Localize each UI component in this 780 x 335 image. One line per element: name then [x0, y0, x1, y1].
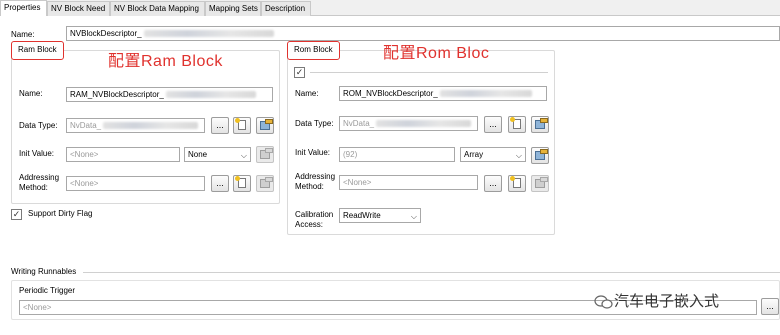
ram-data-type-field[interactable]: NvData_ — [66, 118, 205, 133]
ram-addressing-label: Addressing — [19, 173, 60, 182]
ram-init-edit-button — [256, 146, 274, 163]
tab-nv-block-need[interactable]: NV Block Need — [47, 1, 110, 16]
name-field[interactable]: NVBlockDescriptor_ — [66, 26, 780, 41]
tab-mapping-sets[interactable]: Mapping Sets — [205, 1, 261, 16]
divider — [310, 72, 548, 73]
rom-name-value: ROM_NVBlockDescriptor_ — [343, 89, 438, 98]
name-label: Name: — [11, 30, 35, 39]
rom-block-group — [287, 50, 555, 235]
support-dirty-flag-label: Support Dirty Flag — [28, 209, 93, 218]
edit-icon — [260, 119, 273, 130]
tab-properties[interactable]: Properties — [0, 0, 47, 16]
edit-icon — [535, 118, 548, 129]
watermark: 汽车电子嵌入式 — [594, 290, 719, 311]
writing-runnables-label: Writing Runnables — [11, 267, 77, 276]
rom-block-title: Rom Block — [287, 41, 340, 60]
redacted-text — [165, 91, 256, 99]
rom-calibration-label: Calibration — [295, 210, 334, 219]
ram-addressing-field[interactable]: <None> — [66, 176, 205, 191]
ram-data-type-label: Data Type: — [19, 121, 58, 130]
ram-addressing-new-button[interactable] — [233, 175, 251, 192]
ram-name-label: Name: — [19, 89, 43, 98]
tab-nv-block-data-mapping[interactable]: NV Block Data Mapping — [110, 1, 205, 16]
rom-init-select-value: Array — [464, 150, 484, 159]
divider — [83, 272, 780, 273]
ram-name-field[interactable]: RAM_NVBlockDescriptor_ — [66, 87, 273, 102]
edit-icon — [260, 148, 273, 159]
rom-data-type-edit-button[interactable] — [531, 116, 549, 133]
rom-annotation: 配置Rom Bloc — [383, 45, 490, 62]
rom-block-checkbox[interactable]: ✓ — [294, 67, 305, 78]
rom-addressing-field[interactable]: <None> — [339, 175, 478, 190]
new-icon — [510, 176, 521, 188]
ram-init-field[interactable]: <None> — [66, 147, 180, 162]
redacted-text — [103, 122, 199, 130]
edit-icon — [260, 177, 273, 188]
ram-addressing-edit-button — [256, 175, 274, 192]
rom-name-field[interactable]: ROM_NVBlockDescriptor_ — [339, 86, 547, 101]
rom-data-type-value: NvData_ — [343, 119, 375, 128]
ram-name-value: RAM_NVBlockDescriptor_ — [70, 90, 164, 99]
tab-bar: Properties NV Block Need NV Block Data M… — [0, 0, 780, 16]
name-value: NVBlockDescriptor_ — [70, 29, 142, 38]
ram-data-type-edit-button[interactable] — [256, 117, 274, 134]
rom-addressing-label: Addressing — [295, 172, 336, 181]
watermark-text: 汽车电子嵌入式 — [614, 293, 720, 310]
wechat-icon — [594, 295, 613, 309]
rom-init-field[interactable]: (92) — [339, 147, 455, 162]
ram-addressing-browse-button[interactable]: ... — [211, 175, 229, 192]
rom-name-label: Name: — [295, 89, 319, 98]
rom-data-type-label: Data Type: — [295, 119, 334, 128]
ram-addressing-label-2: Method: — [19, 183, 48, 192]
periodic-trigger-browse-button[interactable]: ... — [761, 298, 779, 315]
periodic-trigger-label: Periodic Trigger — [19, 286, 76, 295]
rom-calibration-value: ReadWrite — [343, 211, 381, 220]
rom-data-type-browse-button[interactable]: ... — [484, 116, 502, 133]
rom-addressing-edit-button — [531, 175, 549, 192]
rom-init-edit-button[interactable] — [531, 147, 549, 164]
ram-annotation: 配置Ram Block — [108, 53, 223, 70]
ram-data-type-new-button[interactable] — [233, 117, 251, 134]
rom-init-label: Init Value: — [295, 148, 330, 157]
edit-icon — [535, 149, 548, 160]
support-dirty-flag-checkbox[interactable]: ✓ — [11, 209, 22, 220]
chevron-down-icon: ⌵ — [515, 151, 522, 160]
new-icon — [235, 118, 246, 130]
edit-icon — [535, 177, 548, 188]
new-icon — [510, 117, 521, 129]
rom-addressing-new-button[interactable] — [508, 175, 526, 192]
ram-block-title: Ram Block — [11, 41, 64, 60]
rom-data-type-field[interactable]: NvData_ — [339, 116, 478, 131]
ram-init-select[interactable]: None ⌵ — [184, 147, 251, 162]
rom-data-type-new-button[interactable] — [508, 116, 526, 133]
rom-addressing-label-2: Method: — [295, 182, 324, 191]
new-icon — [235, 176, 246, 188]
rom-init-select[interactable]: Array ⌵ — [460, 147, 526, 162]
rom-calibration-select[interactable]: ReadWrite ⌵ — [339, 208, 421, 223]
rom-calibration-label-2: Access: — [295, 220, 324, 229]
ram-data-type-browse-button[interactable]: ... — [211, 117, 229, 134]
ram-data-type-value: NvData_ — [70, 121, 102, 130]
ram-init-label: Init Value: — [19, 149, 54, 158]
chevron-down-icon: ⌵ — [410, 212, 417, 221]
rom-addressing-browse-button[interactable]: ... — [484, 175, 502, 192]
tab-description[interactable]: Description — [261, 1, 311, 16]
ram-init-select-value: None — [188, 150, 208, 159]
chevron-down-icon: ⌵ — [240, 151, 247, 160]
redacted-text — [439, 90, 532, 98]
redacted-text — [376, 120, 472, 128]
redacted-text — [143, 30, 274, 38]
